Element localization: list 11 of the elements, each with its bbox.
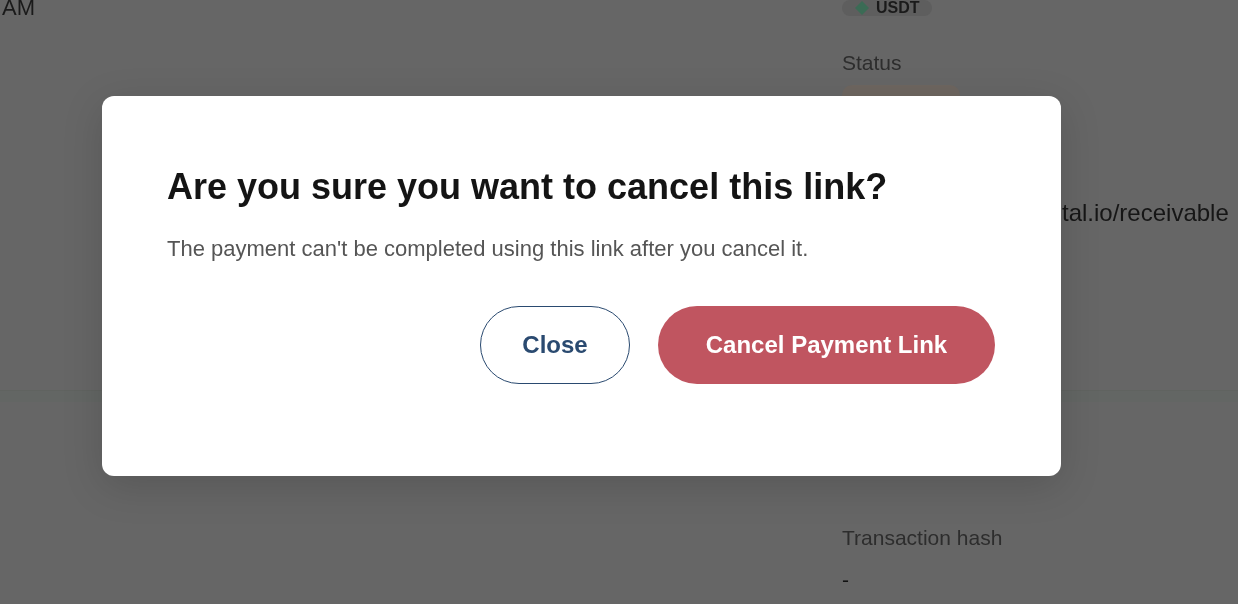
time-text: AM	[2, 0, 35, 16]
field-label: Status	[842, 51, 902, 75]
dialog-title: Are you sure you want to cancel this link?	[167, 165, 889, 209]
field-value: -	[842, 568, 849, 592]
cancel-link-button[interactable]: Cancel Payment Link	[658, 306, 995, 384]
link-url: tal.io/receivable	[1062, 199, 1229, 226]
field-label: Transaction hash	[842, 526, 1003, 550]
currency-badge: USDT	[842, 0, 932, 16]
diamond-icon	[854, 0, 870, 16]
close-button[interactable]: Close	[480, 306, 630, 384]
dialog-message: The payment can't be completed using this link after you cancel it.	[167, 236, 810, 262]
